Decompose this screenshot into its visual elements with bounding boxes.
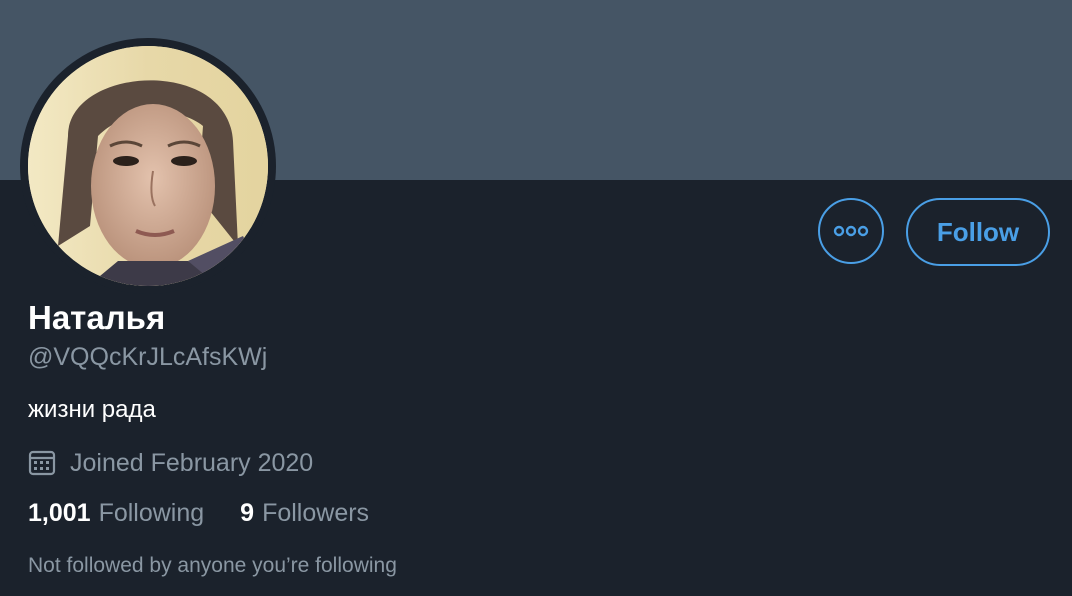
mutual-followers-note: Not followed by anyone you’re following (28, 554, 397, 577)
following-label: Following (98, 498, 205, 527)
following-count: 1,001 (28, 498, 91, 527)
followers-count: 9 (240, 498, 255, 527)
bio: жизни рада (28, 396, 156, 423)
avatar-photo (28, 46, 268, 286)
follow-stats: 1,001 Following 9 Followers (28, 496, 369, 530)
user-handle: @VQQcKrJLcAfsKWj (28, 343, 268, 371)
joined-date: Joined February 2020 (70, 448, 314, 477)
more-horizontal-icon (833, 225, 869, 237)
followers-link[interactable]: 9 Followers (240, 499, 369, 528)
avatar[interactable] (28, 46, 268, 286)
more-options-button[interactable] (818, 198, 884, 264)
joined-date-row: Joined February 2020 (28, 445, 313, 481)
avatar-ring (20, 38, 276, 294)
following-link[interactable]: 1,001 Following (28, 499, 204, 528)
followers-label: Followers (262, 498, 370, 527)
calendar-icon (28, 450, 56, 476)
display-name: Наталья (28, 299, 166, 336)
follow-button[interactable]: Follow (906, 198, 1050, 266)
